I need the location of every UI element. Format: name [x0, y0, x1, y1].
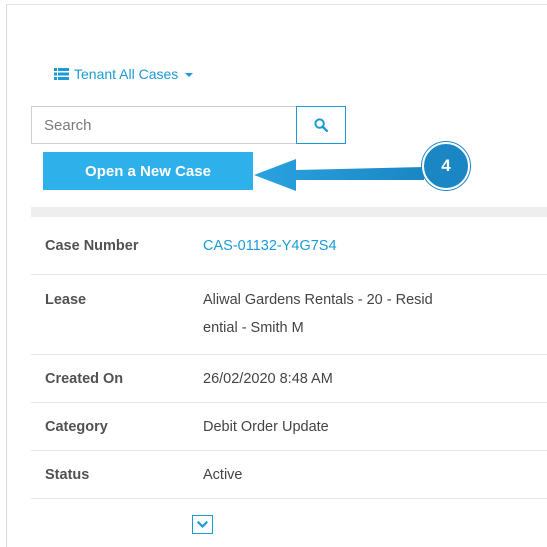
caret-down-icon: [185, 73, 194, 77]
search-button[interactable]: [296, 106, 346, 144]
case-details-table: Case Number CAS-01132-Y4G7S4 Lease Aliwa…: [31, 217, 547, 499]
lease-value: Aliwal Gardens Rentals - 20 - Resid enti…: [203, 286, 547, 342]
expand-details-button[interactable]: [192, 515, 213, 534]
case-number-label: Case Number: [45, 237, 139, 254]
open-new-case-button[interactable]: Open a New Case: [43, 152, 253, 190]
created-on-label: Created On: [45, 370, 124, 387]
view-selector-dropdown[interactable]: Tenant All Cases: [54, 64, 194, 84]
lease-value-line-1: Aliwal Gardens Rentals - 20 - Resid: [203, 292, 433, 308]
panel-top-border: [6, 4, 547, 5]
list-icon: [54, 68, 69, 80]
chevron-down-icon: [197, 520, 208, 528]
lease-label: Lease: [45, 292, 87, 308]
panel-left-border: [6, 4, 7, 547]
category-label: Category: [45, 418, 108, 435]
created-on-value: 26/02/2020 8:48 AM: [203, 370, 333, 387]
table-row: Created On 26/02/2020 8:48 AM: [31, 355, 547, 403]
search-bar: [31, 106, 346, 144]
search-input[interactable]: [31, 106, 297, 144]
search-icon: [314, 118, 328, 132]
status-label: Status: [45, 466, 90, 483]
table-row: Lease Aliwal Gardens Rentals - 20 - Resi…: [31, 275, 547, 355]
table-row: Category Debit Order Update: [31, 403, 547, 451]
section-separator: [31, 207, 547, 217]
table-row: Status Active: [31, 451, 547, 499]
view-selector-label: Tenant All Cases: [74, 66, 179, 82]
case-number-link[interactable]: CAS-01132-Y4G7S4: [203, 235, 547, 257]
table-row: Case Number CAS-01132-Y4G7S4: [31, 217, 547, 275]
lease-value-line-2: ential - Smith M: [203, 320, 304, 336]
status-value: Active: [203, 466, 243, 483]
arrow-left-icon: [254, 159, 424, 191]
category-value: Debit Order Update: [203, 418, 329, 435]
step-number-badge: 4: [422, 142, 470, 190]
